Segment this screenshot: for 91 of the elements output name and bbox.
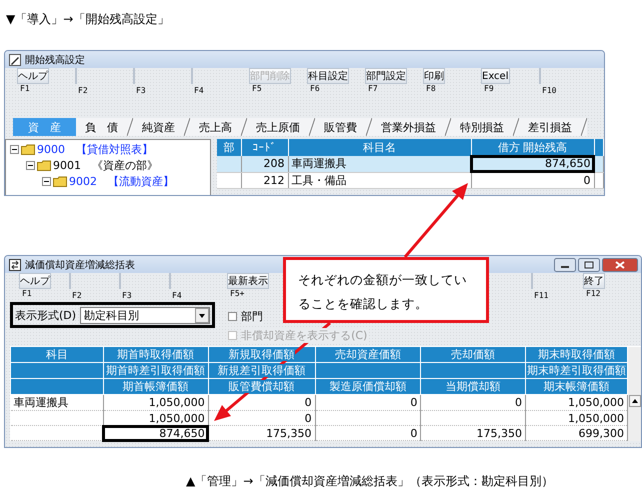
table-cell: 212 xyxy=(241,172,288,188)
table-cell: 0 xyxy=(315,426,421,440)
maximize-button[interactable] xyxy=(578,258,600,272)
tab[interactable]: 差引損益 xyxy=(519,118,587,136)
column-header: 新規取得価額 xyxy=(208,346,316,362)
column-header: 科目名 xyxy=(288,139,471,156)
column-header: 期末帳簿価額 xyxy=(525,378,628,394)
key-label: F10 xyxy=(541,86,558,97)
tab[interactable]: 負 債 xyxy=(76,118,133,136)
tab[interactable]: 特別損益 xyxy=(451,118,519,136)
function-key[interactable]: Excel xyxy=(481,68,510,84)
column-header: 期末時取得価額 xyxy=(525,346,628,362)
caption: ▼「導入」→「開始残高設定」 xyxy=(6,12,170,26)
column-header: 売却資産価額 xyxy=(315,346,421,362)
column-header: 販管費償却額 xyxy=(208,378,316,394)
table-cell: 0 xyxy=(315,394,421,410)
tree-item[interactable]: 9002 【流動資産】 xyxy=(6,173,210,189)
function-key[interactable]: 最新表示 xyxy=(227,273,269,289)
function-key[interactable]: 印刷 xyxy=(423,68,445,84)
key-label: F3 xyxy=(135,86,147,97)
window-title: 開始残高設定 xyxy=(25,54,85,66)
key-label: F11 xyxy=(533,291,550,302)
key-label: F4 xyxy=(193,86,205,97)
caption: ▲「管理」→「減価償却資産増減総括表」（表示形式：勘定科目別） xyxy=(186,474,554,488)
caret-icon[interactable] xyxy=(195,308,210,322)
column-header: 製造原価償却額 xyxy=(315,378,421,394)
key-label: F4 xyxy=(171,291,183,302)
minimize-button[interactable] xyxy=(554,258,576,272)
collapse-icon[interactable] xyxy=(10,144,19,154)
key-label: F1 xyxy=(21,289,33,300)
key-label: F6 xyxy=(309,84,321,95)
function-key[interactable]: 終了 xyxy=(583,273,605,289)
dropdown[interactable]: 勘定科目別 xyxy=(80,306,210,324)
column-header: 期首帳簿価額 xyxy=(103,378,208,394)
field-label: 表示形式(D) xyxy=(15,308,76,322)
app-icon xyxy=(9,258,21,270)
window-title: 減価償却資産増減総括表 xyxy=(25,258,135,272)
column-header: 借方 開始残高 xyxy=(471,139,594,156)
folder-icon xyxy=(21,144,35,154)
column-header: 新規差引取得価額 xyxy=(208,362,316,378)
collapse-icon[interactable] xyxy=(42,176,51,186)
function-key[interactable]: ヘルプ xyxy=(19,273,51,289)
column-header: 当期償却額 xyxy=(420,378,526,394)
tab[interactable]: 販管費 xyxy=(315,118,372,136)
table-cell: 1,050,000 xyxy=(103,394,208,410)
table-cell: 175,350 xyxy=(420,426,526,440)
column-header: ｺｰﾄﾞ xyxy=(241,139,288,156)
key-label: F5 xyxy=(251,84,263,95)
table-cell: 車両運搬具 xyxy=(288,156,471,172)
table-cell: 0 xyxy=(471,172,594,188)
key-label: F7 xyxy=(367,84,379,95)
function-key[interactable]: 科目設定 xyxy=(307,68,349,84)
table-cell: 874,650 xyxy=(103,426,208,440)
tree-item[interactable]: 9001 《資産の部》 xyxy=(6,157,210,173)
scroll-up-icon[interactable] xyxy=(628,395,640,407)
collapse-icon[interactable] xyxy=(26,160,35,170)
column-header: 期末時差引取得価額 xyxy=(525,362,628,378)
key-label: F8 xyxy=(425,84,437,95)
table-cell: 175,350 xyxy=(208,426,316,440)
table-cell: 874,650 xyxy=(471,156,594,172)
close-button[interactable] xyxy=(602,258,638,272)
function-key[interactable]: ヘルプ xyxy=(17,68,49,84)
column-header: 部 xyxy=(217,139,241,156)
table-cell: 208 xyxy=(241,156,288,172)
key-label: F9 xyxy=(483,84,495,95)
key-label: F12 xyxy=(585,289,602,300)
key-label: F2 xyxy=(71,291,83,302)
folder-icon xyxy=(53,176,67,186)
table-cell: 0 xyxy=(420,394,526,410)
tab[interactable]: 売上原価 xyxy=(247,118,315,136)
key-label: F5+ xyxy=(229,289,246,300)
column-header: 売却価額 xyxy=(420,346,526,362)
key-label: F2 xyxy=(77,86,89,97)
app-icon xyxy=(9,54,21,66)
function-key[interactable]: 部門設定 xyxy=(365,68,407,84)
key-label: F1 xyxy=(19,84,31,95)
table-cell: 1,050,000 xyxy=(525,394,628,410)
table-cell: 1,050,000 xyxy=(525,410,628,426)
column-header: 期首時差引取得価額 xyxy=(103,362,208,378)
column-header: 期首時取得価額 xyxy=(103,346,208,362)
tab[interactable]: 純資産 xyxy=(133,118,190,136)
key-label: F3 xyxy=(121,291,133,302)
tab[interactable]: 売上高 xyxy=(190,118,247,136)
table-cell: 1,050,000 xyxy=(103,410,208,426)
table-cell: 699,300 xyxy=(525,426,628,440)
callout-note: それぞれの金額が一致していることを確認します。 xyxy=(283,257,489,323)
table-cell: 車両運搬具 xyxy=(10,394,104,410)
column-header: 科目 xyxy=(10,346,104,362)
tree-item[interactable]: 9000 【貸借対照表】 xyxy=(6,141,210,157)
folder-icon xyxy=(37,160,51,170)
tab[interactable]: 営業外損益 xyxy=(372,118,451,136)
